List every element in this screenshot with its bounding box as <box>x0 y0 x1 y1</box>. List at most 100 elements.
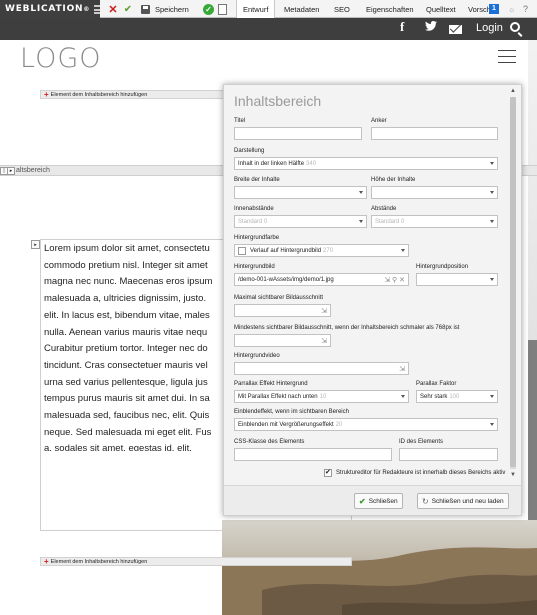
parallax-select[interactable]: Mit Parallax Effekt nach unten 10 <box>234 390 409 403</box>
notification-badge[interactable]: 1 <box>489 0 499 18</box>
site-top-bar: f Login <box>0 18 537 40</box>
tab-eigenschaften[interactable]: Eigenschaften <box>360 0 420 18</box>
text-line: urna sed varius pellentesque, ligula jus <box>44 376 208 388</box>
add-element-bar-bottom[interactable]: + Element dem Inhaltsbereich hinzufügen <box>40 557 352 566</box>
anker-label: Anker <box>371 118 387 124</box>
struktur-checkbox[interactable] <box>324 468 332 477</box>
tab-entwurf[interactable]: Entwurf <box>236 0 276 18</box>
einblend-label: Einblendeffekt, wenn im sichtbaren Berei… <box>234 409 349 415</box>
anker-field[interactable] <box>371 127 498 140</box>
titel-field[interactable] <box>234 127 362 140</box>
approve-icon[interactable]: ✔ <box>121 0 135 18</box>
scroll-up-icon[interactable]: ▲ <box>509 87 517 95</box>
file-picker-icons[interactable]: ⇲ ⚲ ✕ <box>384 276 405 284</box>
facebook-icon[interactable]: f <box>400 19 404 35</box>
struktur-label: Struktureditor für Redakteure ist innerh… <box>336 470 506 476</box>
faktor-label: Parallax Faktor <box>416 381 457 387</box>
hoehe-select[interactable] <box>371 186 498 199</box>
menu-list-icon[interactable] <box>94 4 100 14</box>
abstaende-label: Abstände <box>371 206 397 212</box>
twitter-icon[interactable] <box>425 21 437 34</box>
darstellung-hint: 340 <box>306 160 317 167</box>
scrollbar-thumb[interactable] <box>528 340 537 520</box>
min-ausschnitt-label: Mindestens sichtbarer Bildausschnitt, we… <box>234 325 460 331</box>
text-line: Curabitur pretium tortor. Integer nec do <box>44 343 208 355</box>
publish-check-icon[interactable]: ✓ <box>203 4 214 15</box>
innenabstaende-select[interactable]: Standard 0 <box>234 215 367 228</box>
picker-icon[interactable]: ⇲ <box>399 365 405 373</box>
einblend-select[interactable]: Einblenden mit Vergrößerungseffekt 20 <box>234 418 498 431</box>
text-element-expand-icon[interactable]: ▸ <box>31 240 40 249</box>
weblication-menu[interactable]: WEBLICATION ® <box>0 0 100 18</box>
css-label: CSS-Klasse des Elements <box>234 439 305 445</box>
verlauf-select[interactable]: Verlauf auf Hintergrundbild 270 <box>234 244 409 257</box>
login-link[interactable]: Login <box>476 22 503 34</box>
abstaende-select[interactable]: Standard 0 <box>371 215 498 228</box>
picker-icon[interactable]: ⇲ <box>321 337 327 345</box>
video-field[interactable]: ⇲ <box>234 362 409 375</box>
chevron-down-icon <box>490 423 494 426</box>
video-label: Hintergrundvideo <box>234 353 280 359</box>
reload-icon: ↻ <box>422 496 429 506</box>
section-expand-icon[interactable]: ▸ <box>7 167 15 175</box>
picker-icon[interactable]: ⇲ <box>321 307 327 315</box>
id-label: ID des Elements <box>399 439 444 445</box>
save-button[interactable]: Speichern <box>155 0 189 18</box>
help-icon[interactable]: ? <box>523 0 528 18</box>
min-ausschnitt-field[interactable]: ⇲ <box>234 334 331 347</box>
chevron-down-icon <box>490 191 494 194</box>
site-logo[interactable]: LOGO <box>20 43 102 74</box>
close-button[interactable]: ✔ Schließen <box>354 493 403 509</box>
parallax-label: Parrallax Effekt Hintergrund <box>234 381 308 387</box>
add-element-label: Element dem Inhaltsbereich hinzufügen <box>50 558 148 565</box>
hintergrundbild-field[interactable]: /demo-001-wAssets/img/demo/1.jpg ⇲ ⚲ ✕ <box>234 273 409 286</box>
document-icon[interactable] <box>218 4 227 15</box>
background-photo <box>222 520 537 615</box>
plus-icon: + <box>44 557 49 566</box>
mail-icon[interactable] <box>449 25 462 34</box>
close-reload-button[interactable]: ↻ Schließen und neu laden <box>417 493 509 509</box>
scroll-thumb[interactable] <box>510 97 516 467</box>
text-line: neque. Sed malesuada mi eget elit. Fus <box>44 426 212 438</box>
breite-select[interactable] <box>234 186 367 199</box>
faktor-value: Sehr stark <box>420 393 448 400</box>
verlauf-value: Verlauf auf Hintergrundbild <box>250 247 322 254</box>
dialog-scrollbar[interactable]: ▲ ▼ <box>509 87 517 479</box>
lightbulb-icon[interactable]: ☼ <box>508 0 515 18</box>
tab-seo[interactable]: SEO <box>328 0 356 18</box>
hamburger-menu-icon[interactable] <box>498 50 516 63</box>
hoehe-label: Höhe der Inhalte <box>371 177 416 183</box>
save-icon[interactable] <box>141 0 152 18</box>
einblend-hint: 20 <box>335 421 343 428</box>
id-field[interactable] <box>399 448 498 461</box>
text-line: tincidunt. Cras consectetuer mauris vel <box>44 359 208 371</box>
max-ausschnitt-field[interactable]: ⇲ <box>234 304 331 317</box>
darstellung-select[interactable]: Inhalt in der linken Hälfte 340 <box>234 157 498 170</box>
brand-name: WEBLICATION <box>5 4 84 14</box>
abstaende-value: Standard 0 <box>375 218 405 225</box>
close-button-label: Schließen <box>368 497 398 505</box>
close-icon[interactable]: ✕ <box>106 0 120 18</box>
parallax-value: Mit Parallax Effekt nach unten <box>238 393 318 400</box>
verlauf-checkbox[interactable] <box>238 246 246 255</box>
lorem-text[interactable]: Lorem ipsum dolor sit amet, consectetu co… <box>44 241 229 451</box>
hintergrundposition-select[interactable] <box>416 273 498 286</box>
tab-metadaten[interactable]: Metadaten <box>278 0 325 18</box>
cms-toolbar: WEBLICATION ® ✕ ✔ Speichern ✓ Entwurf Met… <box>0 0 537 18</box>
chevron-down-icon <box>401 395 405 398</box>
chevron-down-icon <box>490 162 494 165</box>
verlauf-hint: 270 <box>323 247 334 254</box>
faktor-select[interactable]: Sehr stark 100 <box>416 390 498 403</box>
content-area-dialog: Inhaltsbereich ▲ ▼ Titel Anker Darstellu… <box>223 84 522 516</box>
css-field[interactable] <box>234 448 392 461</box>
scroll-down-icon[interactable]: ▼ <box>509 471 517 479</box>
hintergrundbild-label: Hintergrundbild <box>234 264 275 270</box>
parallax-hint: 10 <box>319 393 327 400</box>
search-icon[interactable] <box>510 22 520 32</box>
text-line: a, sodales sit amet, egestas id, elit. <box>44 443 192 451</box>
chevron-down-icon <box>490 220 494 223</box>
tab-quelltext[interactable]: Quelltext <box>420 0 462 18</box>
hintergrundposition-label: Hintergrundposition <box>416 264 469 270</box>
darstellung-value: Inhalt in der linken Hälfte <box>238 160 305 167</box>
faktor-hint: 100 <box>449 393 460 400</box>
